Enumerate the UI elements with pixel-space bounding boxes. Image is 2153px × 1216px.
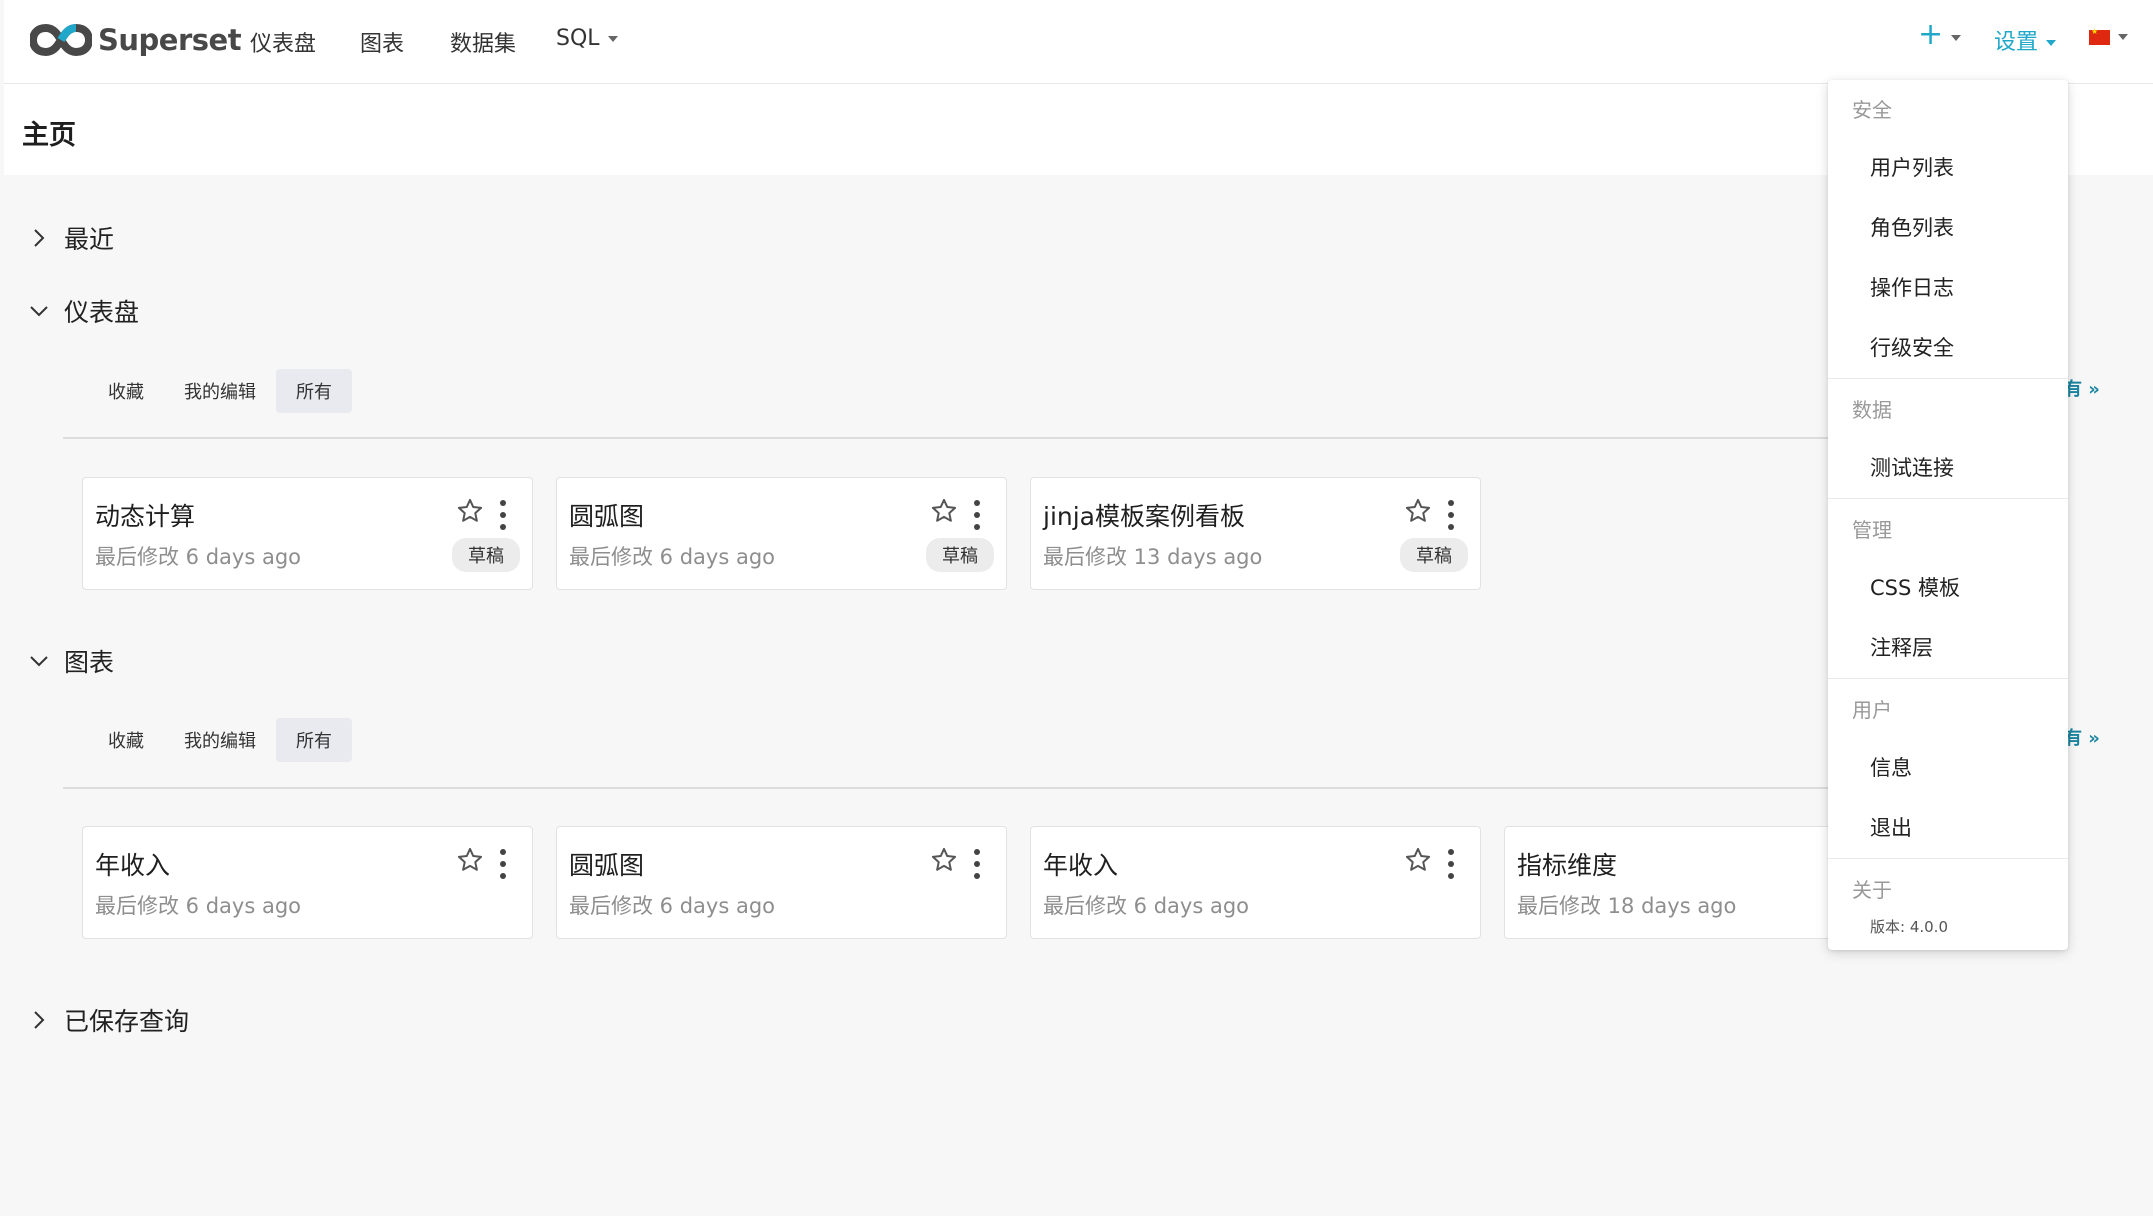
- chevron-right-icon: [34, 229, 45, 247]
- section-recent-header[interactable]: 最近: [28, 220, 114, 256]
- tab-mine[interactable]: 我的编辑: [164, 369, 276, 413]
- tab-favorites[interactable]: 收藏: [88, 369, 164, 413]
- section-dashboards-header[interactable]: 仪表盘: [28, 293, 139, 329]
- dashboard-card[interactable]: 动态计算 最后修改 6 days ago 草稿: [82, 477, 533, 590]
- star-outline-icon[interactable]: [1404, 846, 1432, 874]
- app-name: Superset: [98, 23, 242, 57]
- chevron-down-icon: [30, 656, 48, 667]
- card-title: 指标维度: [1517, 851, 1618, 880]
- tab-favorites[interactable]: 收藏: [88, 718, 164, 762]
- card-modified: 最后修改 6 days ago: [569, 545, 776, 569]
- settings-button[interactable]: 设置: [1994, 24, 2057, 56]
- dashboards-view-all-link[interactable]: 有 »: [2064, 375, 2100, 401]
- star-outline-icon[interactable]: [456, 497, 484, 525]
- menu-item-action-log[interactable]: 操作日志: [1870, 272, 1954, 302]
- menu-group-manage: 管理: [1852, 518, 1892, 542]
- card-modified: 最后修改 6 days ago: [95, 894, 302, 918]
- tab-all[interactable]: 所有: [276, 369, 352, 413]
- menu-group-about: 关于: [1852, 878, 1892, 902]
- star-outline-icon[interactable]: [930, 497, 958, 525]
- chevron-down-icon: [30, 306, 48, 317]
- card-title: 动态计算: [95, 502, 196, 531]
- nav-dashboards[interactable]: 仪表盘: [250, 26, 316, 58]
- chevron-down-icon: [2118, 34, 2128, 40]
- status-badge: 草稿: [926, 538, 994, 572]
- menu-divider: [1828, 498, 2068, 499]
- more-vertical-icon[interactable]: [974, 500, 982, 530]
- top-navbar: Superset 仪表盘 图表 数据集 SQL + 设置: [4, 0, 2153, 84]
- card-title: 年收入: [1043, 851, 1119, 880]
- section-saved-queries-label: 已保存查询: [64, 1007, 190, 1036]
- dashboards-tabs: 收藏 我的编辑 所有: [88, 369, 352, 413]
- more-vertical-icon[interactable]: [974, 849, 982, 879]
- nav-sql-label: SQL: [556, 26, 600, 51]
- menu-divider: [1828, 378, 2068, 379]
- section-saved-queries-header[interactable]: 已保存查询: [28, 1002, 189, 1038]
- new-button[interactable]: +: [1918, 17, 1962, 52]
- dashboard-card[interactable]: jinja模板案例看板 最后修改 13 days ago 草稿: [1030, 477, 1481, 590]
- chart-card[interactable]: 圆弧图 最后修改 6 days ago: [556, 826, 1007, 939]
- star-outline-icon[interactable]: [456, 846, 484, 874]
- section-recent-label: 最近: [64, 225, 115, 254]
- card-title: 年收入: [95, 851, 171, 880]
- tab-all[interactable]: 所有: [276, 718, 352, 762]
- settings-dropdown-menu: 安全 用户列表 角色列表 操作日志 行级安全 数据 测试连接 管理 CSS 模板…: [1828, 80, 2068, 950]
- more-vertical-icon[interactable]: [500, 500, 508, 530]
- card-modified: 最后修改 18 days ago: [1517, 894, 1737, 918]
- version-label: 版本: 4.0.0: [1870, 918, 1948, 936]
- menu-item-user-list[interactable]: 用户列表: [1870, 152, 1954, 182]
- chevron-down-icon: [1951, 35, 1962, 41]
- language-selector[interactable]: [2089, 24, 2128, 49]
- chevron-right-icon: [34, 1011, 45, 1029]
- charts-tabs: 收藏 我的编辑 所有: [88, 718, 352, 762]
- card-modified: 最后修改 13 days ago: [1043, 545, 1263, 569]
- dashboard-card[interactable]: 圆弧图 最后修改 6 days ago 草稿: [556, 477, 1007, 590]
- chart-card[interactable]: 年收入 最后修改 6 days ago: [1030, 826, 1481, 939]
- chevron-down-icon: [607, 36, 618, 42]
- chevron-down-icon: [2046, 40, 2057, 46]
- more-vertical-icon[interactable]: [1448, 500, 1456, 530]
- menu-item-css-templates[interactable]: CSS 模板: [1870, 572, 1960, 602]
- divider: [63, 437, 1892, 439]
- menu-item-row-level-security[interactable]: 行级安全: [1870, 332, 1954, 362]
- section-charts-header[interactable]: 图表: [28, 643, 114, 679]
- more-vertical-icon[interactable]: [1448, 849, 1456, 879]
- charts-view-all-link[interactable]: 有 »: [2064, 724, 2100, 750]
- section-dashboards-label: 仪表盘: [64, 298, 140, 327]
- page-title: 主页: [22, 120, 76, 151]
- settings-label: 设置: [1994, 30, 2039, 55]
- menu-divider: [1828, 858, 2068, 859]
- nav-charts[interactable]: 图表: [360, 26, 404, 58]
- card-title: jinja模板案例看板: [1043, 502, 1246, 531]
- more-vertical-icon[interactable]: [500, 849, 508, 879]
- card-modified: 最后修改 6 days ago: [95, 545, 302, 569]
- chart-card[interactable]: 年收入 最后修改 6 days ago: [82, 826, 533, 939]
- logo[interactable]: Superset: [30, 19, 242, 61]
- star-outline-icon[interactable]: [930, 846, 958, 874]
- menu-group-user: 用户: [1852, 698, 1892, 722]
- plus-icon: +: [1918, 17, 1944, 52]
- status-badge: 草稿: [452, 538, 520, 572]
- card-modified: 最后修改 6 days ago: [1043, 894, 1250, 918]
- menu-group-data: 数据: [1852, 398, 1892, 422]
- menu-group-security: 安全: [1852, 98, 1892, 122]
- status-badge: 草稿: [1400, 538, 1468, 572]
- menu-item-role-list[interactable]: 角色列表: [1870, 212, 1954, 242]
- nav-sql[interactable]: SQL: [556, 26, 618, 51]
- section-charts-label: 图表: [64, 648, 115, 677]
- card-title: 圆弧图: [569, 851, 645, 880]
- superset-infinity-icon: [30, 23, 92, 57]
- card-title: 圆弧图: [569, 502, 645, 531]
- nav-datasets[interactable]: 数据集: [450, 26, 516, 58]
- star-outline-icon[interactable]: [1404, 497, 1432, 525]
- menu-divider: [1828, 678, 2068, 679]
- menu-item-info[interactable]: 信息: [1870, 752, 1912, 782]
- china-flag-icon: [2089, 27, 2110, 45]
- menu-item-test-connection[interactable]: 测试连接: [1870, 452, 1954, 482]
- divider: [63, 787, 1892, 789]
- tab-mine[interactable]: 我的编辑: [164, 718, 276, 762]
- card-modified: 最后修改 6 days ago: [569, 894, 776, 918]
- menu-item-annotation-layers[interactable]: 注释层: [1870, 632, 1933, 662]
- menu-item-logout[interactable]: 退出: [1870, 812, 1912, 842]
